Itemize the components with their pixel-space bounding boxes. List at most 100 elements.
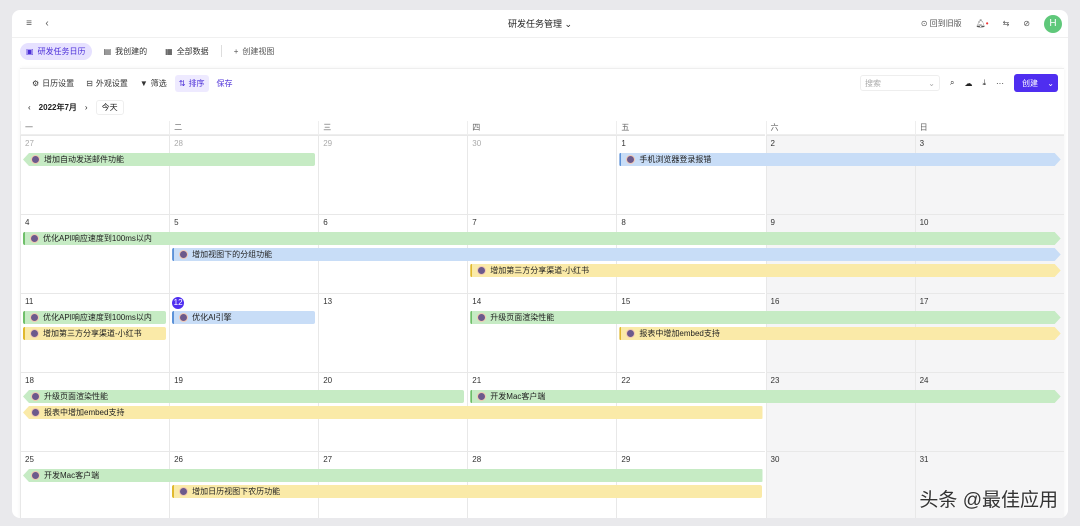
chevron-down-icon[interactable]: ⌄ (1047, 79, 1054, 88)
day-cell[interactable]: 3 (914, 135, 1064, 214)
day-cell[interactable]: 29 (318, 135, 468, 214)
day-cell[interactable]: 4 (20, 214, 170, 293)
day-cell[interactable]: 13 (318, 293, 468, 372)
day-cell[interactable]: 30 (765, 451, 915, 518)
event-bar[interactable]: 手机浏览器登录报错 (619, 153, 1060, 166)
day-number: 31 (919, 455, 929, 464)
event-bar[interactable]: 增加第三方分享渠道-小红书 (23, 327, 167, 340)
prev-month-icon[interactable]: ‹ (28, 103, 31, 112)
day-cell[interactable]: 23 (765, 372, 915, 451)
day-number: 30 (472, 139, 482, 148)
appearance-button[interactable]: ⊟ 外观设置 (82, 75, 132, 92)
event-title: 开发Mac客户端 (44, 471, 100, 480)
day-cell[interactable]: 28 (169, 135, 319, 214)
next-month-icon[interactable]: › (85, 103, 88, 112)
event-bar[interactable]: 增加第三方分享渠道-小红书 (470, 264, 1060, 277)
back-old-label: 回到旧版 (929, 19, 962, 28)
page-title: 研发任务管理 ⌄ (507, 19, 573, 29)
day-cell[interactable]: 30 (467, 135, 617, 214)
calendar-panel: ⚙ 日历设置 ⊟ 外观设置 ▼ 筛选 ⇅ 排序 保存 搜索 ⌄ ⌕ ☁ ⤓ ··· 创建 ⌄… (20, 68, 1064, 518)
day-number: 18 (25, 376, 34, 385)
avatar[interactable]: H (1044, 14, 1062, 33)
event-bar[interactable]: 增加自动发送邮件功能 (23, 153, 316, 166)
day-number: 20 (323, 376, 333, 385)
event-bar[interactable]: 报表中增加embed支持 (619, 327, 1060, 340)
upload-icon[interactable]: ☁ (964, 79, 972, 88)
menu-icon[interactable]: ≡ (20, 15, 38, 33)
assignee-avatar (31, 471, 40, 480)
calendar-icon: ▣ (26, 46, 34, 56)
assignee-avatar (30, 234, 39, 243)
back-to-old-button[interactable]: ⊙ 回到旧版 (921, 18, 962, 29)
save-button[interactable]: 保存 (213, 75, 237, 92)
event-bar[interactable]: 增加视图下的分组功能 (172, 248, 1061, 261)
tab-created-by-me[interactable]: ▤ 我创建的 (98, 43, 154, 60)
label: 日历设置 (42, 78, 75, 88)
day-number: 25 (25, 455, 34, 464)
event-bar[interactable]: 升级页面渲染性能 (23, 390, 465, 403)
tab-calendar[interactable]: ▣ 研发任务日历 (20, 42, 92, 60)
day-number: 5 (174, 218, 179, 227)
tab-label: 全部数据 (176, 46, 209, 56)
day-number: 8 (621, 218, 626, 227)
assignee-avatar (31, 392, 40, 401)
event-title: 增加自动发送邮件功能 (44, 155, 124, 164)
create-view-button[interactable]: + 创建视图 (228, 43, 281, 60)
bell-icon[interactable]: 🔔︎• (976, 19, 989, 28)
tab-all-data[interactable]: ▦ 全部数据 (159, 43, 215, 60)
download-icon[interactable]: ⤓ (982, 78, 986, 88)
app-window: ≡ ‹ 研发任务管理 ⌄ ⊙ 回到旧版 🔔︎• ⇆ ⊘ H ▣ 研发任务日历 ▤ 我… (12, 10, 1068, 518)
event-bar[interactable]: 开发Mac客户端 (470, 390, 1060, 403)
assignee-avatar (31, 408, 40, 417)
event-bar[interactable]: 开发Mac客户端 (23, 469, 763, 482)
switch-icon[interactable]: ⇆ (1003, 19, 1010, 28)
day-cell[interactable]: 27 (20, 135, 170, 214)
day-cell[interactable]: 2 (765, 135, 915, 214)
event-bar[interactable]: 优化AI引擎 (172, 311, 316, 324)
day-number: 16 (770, 297, 780, 306)
search-icon[interactable]: ⌕ (950, 78, 954, 88)
event-bar[interactable]: 升级页面渲染性能 (470, 311, 1060, 324)
filter-button[interactable]: ▼ 筛选 (136, 75, 171, 92)
event-title: 增加日历视图下农历功能 (192, 487, 281, 496)
day-number: 10 (919, 218, 929, 227)
day-number: 15 (621, 297, 631, 306)
day-number: 29 (323, 139, 333, 148)
search-input[interactable]: 搜索 ⌄ (859, 75, 940, 91)
create-view-label: 创建视图 (242, 46, 275, 56)
compass-icon[interactable]: ⊘ (1023, 19, 1030, 28)
assignee-avatar (626, 329, 635, 338)
view-tabs: ▣ 研发任务日历 ▤ 我创建的 ▦ 全部数据 + 创建视图 (12, 38, 1068, 64)
create-button[interactable]: 创建 ⌄ (1014, 74, 1058, 92)
divider (220, 45, 222, 57)
day-cell[interactable]: 12 (169, 293, 319, 372)
assignee-avatar (477, 313, 486, 322)
assignee-avatar (179, 250, 188, 259)
weekday-header: 日 (914, 121, 1064, 135)
event-bar[interactable]: 报表中增加embed支持 (23, 406, 763, 419)
gear-icon: ⚙ (32, 78, 40, 88)
more-icon[interactable]: ··· (996, 79, 1004, 88)
assignee-avatar (626, 155, 635, 164)
sort-button[interactable]: ⇅ 排序 (174, 74, 209, 92)
day-cell[interactable]: 25 (20, 451, 170, 518)
assignee-avatar (30, 329, 39, 338)
event-bar[interactable]: 优化API响应速度到100ms以内 (23, 232, 1061, 245)
weekday-header: 五 (616, 121, 766, 135)
day-number: 23 (770, 376, 780, 385)
day-cell[interactable]: 14 (467, 293, 617, 372)
day-number: 27 (323, 455, 333, 464)
today-button[interactable]: 今天 (95, 99, 124, 115)
day-cell[interactable]: 1 (616, 135, 766, 214)
day-cell[interactable]: 24 (914, 372, 1064, 451)
current-month: 2022年7月 (38, 102, 77, 112)
day-number: 1 (621, 139, 626, 148)
chevron-down-icon[interactable]: ⌄ (928, 79, 935, 88)
title-text: 研发任务管理 (507, 19, 562, 29)
back-icon[interactable]: ‹ (38, 15, 56, 33)
calendar-settings-button[interactable]: ⚙ 日历设置 (28, 75, 78, 92)
day-number: 28 (472, 455, 482, 464)
event-bar[interactable]: 增加日历视图下农历功能 (172, 485, 763, 498)
event-bar[interactable]: 优化API响应速度到100ms以内 (23, 311, 167, 324)
day-number: 26 (174, 455, 183, 464)
